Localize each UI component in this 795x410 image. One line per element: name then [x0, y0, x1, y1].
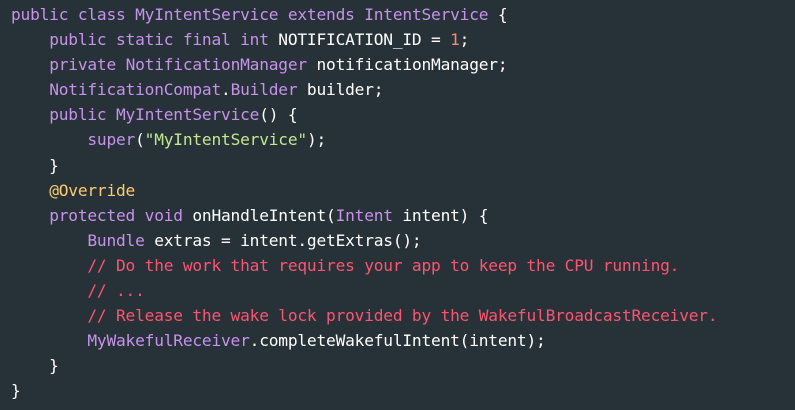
code-token: onHandleIntent( — [182, 205, 336, 225]
code-line: Bundle extras = intent.getExtras(); — [11, 228, 717, 253]
code-token: NOTIFICATION_ID = — [268, 30, 451, 50]
code-token: builder; — [297, 80, 384, 100]
code-lines: public class MyIntentService extends Int… — [11, 2, 718, 404]
code-token: // Do the work that requires your app to… — [87, 255, 680, 275]
code-token: super — [87, 130, 136, 150]
code-token: public — [49, 105, 117, 125]
code-line: } — [11, 153, 717, 178]
code-token: NotificationCompat — [49, 80, 222, 100]
code-token: { — [488, 5, 508, 24]
code-token: MyIntentService — [116, 105, 260, 125]
code-line: @Override — [11, 178, 717, 203]
code-token: extras = intent.getExtras(); — [144, 230, 422, 250]
code-token: MyWakefulReceiver — [87, 331, 250, 351]
code-token: public class — [11, 5, 136, 24]
code-token: "MyIntentService" — [144, 130, 307, 150]
code-token: ( — [135, 130, 145, 150]
code-line: public MyIntentService() { — [11, 102, 717, 127]
code-token: Builder — [230, 80, 298, 100]
code-token: } — [11, 381, 21, 401]
code-token: } — [11, 356, 59, 376]
code-token: NotificationManager — [125, 55, 308, 75]
code-block: public class MyIntentService extends Int… — [0, 0, 795, 410]
code-line: MyWakefulReceiver.completeWakefulIntent(… — [11, 328, 717, 353]
code-token: MyIntentService — [135, 5, 279, 24]
code-token: public static final int — [49, 30, 269, 50]
code-token: // Release the wake lock provided by the… — [87, 306, 718, 326]
code-token: . — [221, 80, 231, 100]
code-line: public static final int NOTIFICATION_ID … — [11, 27, 717, 52]
code-token: ; — [459, 30, 470, 50]
code-token: () { — [259, 105, 298, 125]
code-line: // Release the wake lock provided by the… — [11, 303, 717, 328]
code-line: protected void onHandleIntent(Intent int… — [11, 203, 717, 228]
code-token: intent) { — [392, 205, 489, 225]
code-token: Bundle — [87, 230, 145, 250]
code-token: .completeWakefulIntent(intent); — [249, 331, 546, 351]
code-token: private — [49, 55, 126, 75]
code-line: NotificationCompat.Builder builder; — [11, 77, 717, 102]
code-line: // ... — [11, 278, 717, 303]
code-token: Intent — [335, 205, 393, 225]
code-line: } — [11, 353, 717, 378]
code-line: public class MyIntentService extends Int… — [11, 2, 717, 27]
code-line: // Do the work that requires your app to… — [11, 253, 717, 278]
code-token: // ... — [87, 281, 145, 301]
code-line: private NotificationManager notification… — [11, 52, 717, 77]
code-token: @Override — [49, 180, 136, 200]
code-token: extends — [278, 5, 365, 24]
code-line: } — [11, 378, 717, 403]
code-line: super("MyIntentService"); — [11, 127, 717, 152]
code-token: IntentService — [364, 5, 489, 24]
code-token: ); — [306, 130, 327, 150]
code-token: 1 — [450, 30, 460, 50]
code-token: notificationManager; — [306, 55, 508, 75]
code-token: } — [11, 155, 59, 175]
code-token: protected void — [49, 205, 183, 225]
